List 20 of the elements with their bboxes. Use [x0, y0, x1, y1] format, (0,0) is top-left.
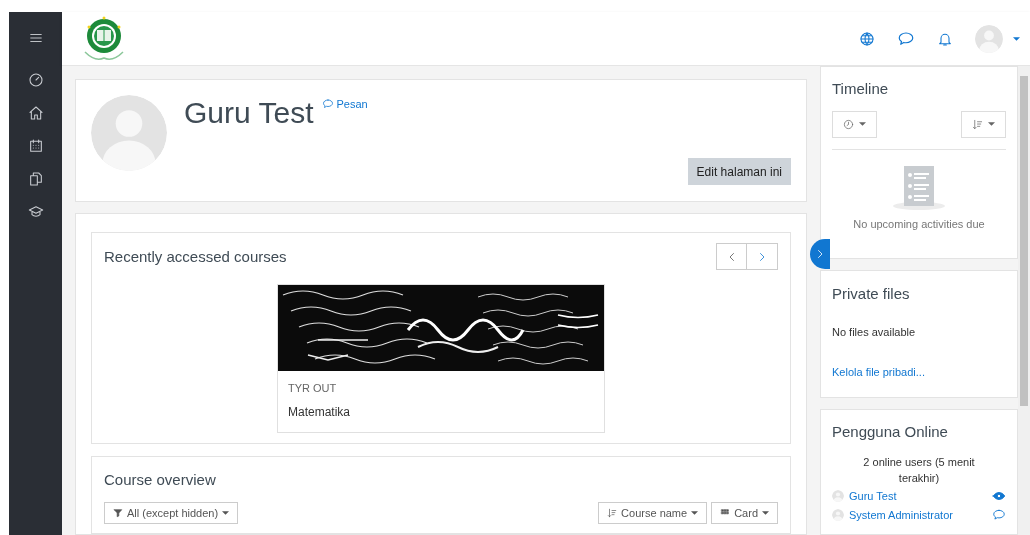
section-title: Recently accessed courses [104, 246, 287, 267]
block-title: Timeline [832, 79, 890, 99]
sort-dropdown[interactable]: Course name [598, 501, 708, 524]
user-link[interactable]: System Administrator [849, 507, 987, 524]
block-title: Pengguna Online [832, 422, 949, 442]
course-card[interactable]: TYR OUT Matematika [277, 284, 605, 433]
edit-page-button[interactable]: Edit halaman ini [687, 158, 791, 186]
course-category: TYR OUT [288, 381, 338, 397]
online-summary: 2 online users (5 menit terakhir) [862, 454, 976, 486]
section-title: Course overview [104, 470, 217, 491]
profile-name: Guru Test [184, 95, 314, 131]
message-link[interactable]: Pesan [321, 96, 368, 113]
block-title: Private files [832, 284, 911, 304]
user-link[interactable]: Guru Test [849, 487, 987, 504]
empty-message: No files available [832, 324, 917, 340]
manage-files-link[interactable]: Kelola file pribadi... [832, 364, 1006, 381]
course-name: Matematika [288, 403, 352, 421]
view-dropdown[interactable]: Card [711, 501, 778, 524]
empty-message: No upcoming activities due [853, 216, 985, 232]
filter-dropdown[interactable]: All (except hidden) [104, 501, 239, 524]
